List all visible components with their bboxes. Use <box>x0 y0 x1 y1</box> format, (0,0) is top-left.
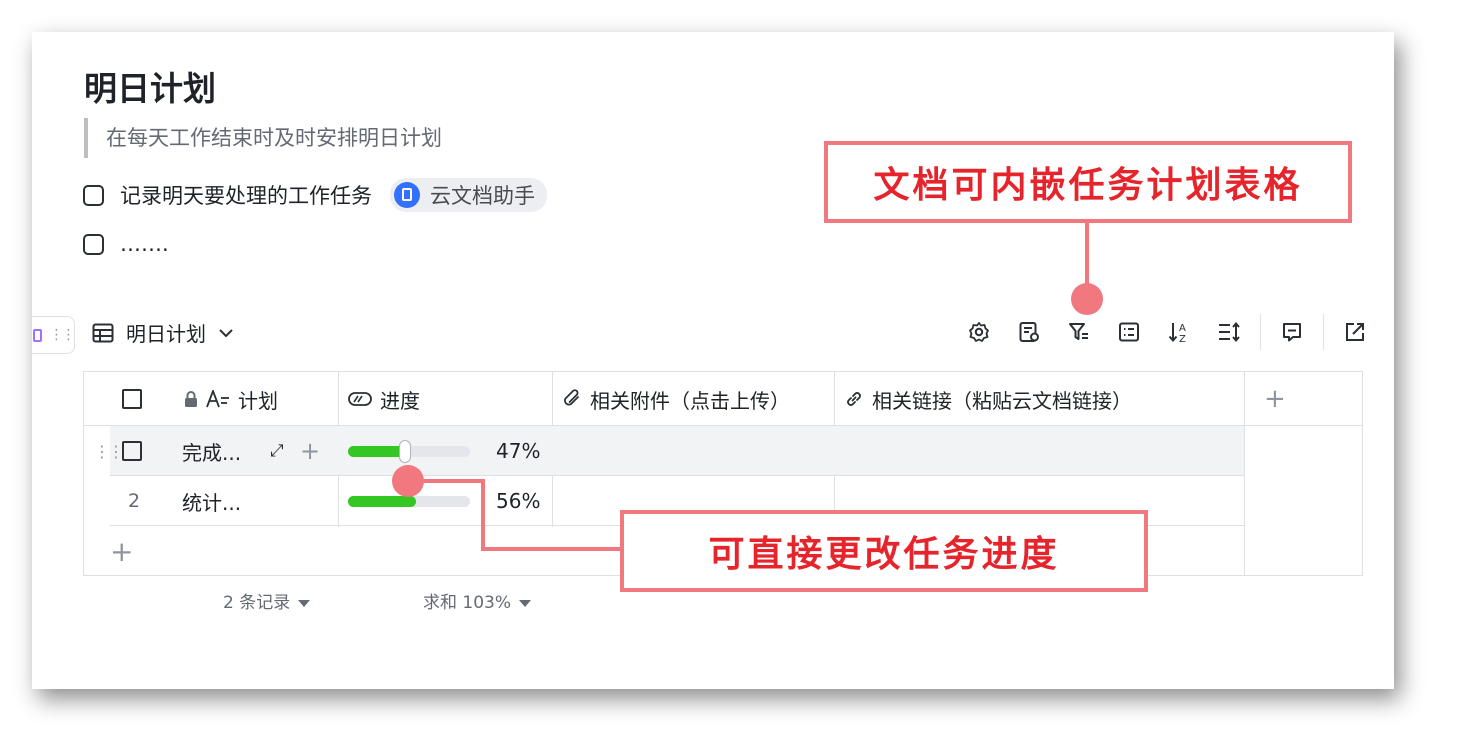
svg-text:A: A <box>1179 323 1186 334</box>
sum-label: 求和 103% <box>423 593 512 613</box>
open-external-icon[interactable] <box>1330 314 1380 350</box>
caret-down-icon <box>298 599 311 607</box>
column-label: 计划 <box>238 388 278 413</box>
group-icon[interactable] <box>1104 314 1154 350</box>
annotation-connector <box>407 479 484 483</box>
column-label: 相关附件（点击上传） <box>590 388 790 413</box>
annotation-progress: 可直接更改任务进度 <box>620 510 1148 592</box>
doc-assistant-icon <box>394 182 420 208</box>
progress-fill <box>348 495 417 507</box>
comment-icon[interactable] <box>1267 314 1317 350</box>
toolbar-divider <box>1323 314 1324 350</box>
quote-block[interactable]: 在每天工作结束时及时安排明日计划 <box>84 118 442 158</box>
column-label: 相关链接（粘贴云文档链接） <box>872 388 1132 413</box>
progress-value: 47% <box>496 439 541 463</box>
annotation-connector <box>481 479 485 551</box>
todo-text[interactable]: 记录明天要处理的工作任务 <box>120 180 372 210</box>
caret-down-icon <box>519 599 532 607</box>
record-count[interactable]: 2 条记录 <box>223 588 311 613</box>
add-column-button[interactable]: + <box>1264 372 1286 426</box>
field-settings-icon[interactable] <box>1004 314 1054 350</box>
expand-icon[interactable]: ⤢ <box>270 426 284 476</box>
column-header-progress[interactable]: 进度 <box>348 372 420 426</box>
add-icon[interactable]: + <box>300 426 320 476</box>
row-checkbox[interactable] <box>122 426 142 476</box>
toolbar-divider <box>1260 314 1261 350</box>
progress-fill <box>348 445 406 457</box>
table-row[interactable]: ⋮⋮ 完成... ⤢ + 47% <box>94 426 1244 476</box>
row-height-icon[interactable] <box>1204 314 1254 350</box>
column-header-attachments[interactable]: 相关附件（点击上传） <box>562 372 790 426</box>
table-icon <box>92 323 114 342</box>
annotation-connector <box>481 547 623 551</box>
block-type-icon <box>32 328 42 342</box>
progress-value: 56% <box>496 489 541 513</box>
select-all-checkbox[interactable] <box>122 372 142 426</box>
drag-handle-icon[interactable]: ⋮⋮ <box>50 327 76 343</box>
todo-checkbox[interactable] <box>83 233 104 255</box>
plan-cell[interactable]: 完成... <box>182 426 241 476</box>
progress-bar[interactable] <box>348 439 470 463</box>
row-drag-handle-icon[interactable]: ⋮⋮ <box>94 426 124 476</box>
table-toolbar: AZ <box>954 314 1380 350</box>
mention-label: 云文档助手 <box>430 184 535 208</box>
lock-icon <box>185 390 197 407</box>
add-row-button[interactable]: + <box>110 526 133 576</box>
progress-slider-handle[interactable] <box>399 439 412 463</box>
text-icon <box>206 390 229 408</box>
progress-bar[interactable] <box>348 495 470 507</box>
todo-checkbox[interactable] <box>83 184 104 206</box>
annotation-pin <box>1071 283 1103 315</box>
view-name-label: 明日计划 <box>126 322 206 346</box>
page-title[interactable]: 明日计划 <box>84 62 216 110</box>
column-divider <box>1244 372 1245 575</box>
annotation-embed: 文档可内嵌任务计划表格 <box>824 141 1352 223</box>
mention-chip[interactable]: 云文档助手 <box>390 178 547 212</box>
todo-item: ……. <box>83 232 169 256</box>
plan-cell[interactable]: 统计... <box>182 476 241 526</box>
column-label: 进度 <box>380 388 420 413</box>
row-index: 2 <box>128 490 141 512</box>
paperclip-icon <box>564 389 579 406</box>
record-count-label: 2 条记录 <box>223 593 291 613</box>
todo-text[interactable]: ……. <box>120 232 169 256</box>
annotation-connector <box>1085 221 1089 291</box>
link-icon <box>847 392 861 406</box>
sum-summary[interactable]: 求和 103% <box>423 588 532 613</box>
chevron-down-icon <box>219 328 233 337</box>
column-header-plan[interactable]: 计划 <box>184 372 278 426</box>
block-handle[interactable]: ⋮⋮ <box>32 316 76 354</box>
gear-icon[interactable] <box>954 314 1004 350</box>
view-selector[interactable]: 明日计划 <box>92 318 234 347</box>
column-header-links[interactable]: 相关链接（粘贴云文档链接） <box>844 372 1132 426</box>
sort-icon[interactable]: AZ <box>1154 314 1204 350</box>
table-header: 计划 进度 相关附件（点击上传） 相关链接（粘贴云文档链接） + <box>84 372 1362 426</box>
todo-item: 记录明天要处理的工作任务 云文档助手 <box>83 178 547 212</box>
filter-icon[interactable] <box>1054 314 1104 350</box>
svg-text:Z: Z <box>1179 334 1186 344</box>
progress-icon <box>348 392 372 406</box>
